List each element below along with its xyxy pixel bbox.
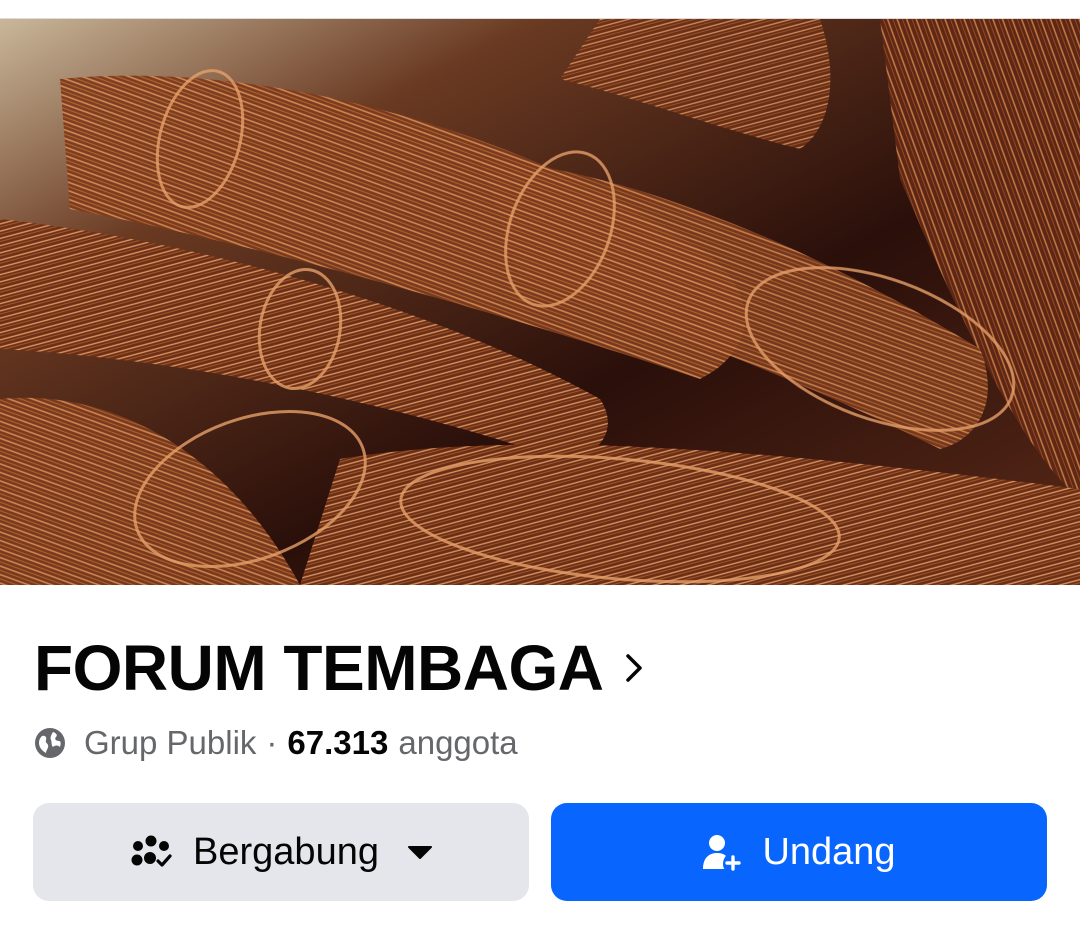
globe-icon (34, 727, 66, 759)
caret-down-icon[interactable] (407, 844, 433, 860)
join-button[interactable]: Bergabung (33, 803, 529, 901)
invite-button[interactable]: Undang (551, 803, 1047, 901)
chevron-right-icon[interactable] (625, 653, 643, 683)
join-label: Bergabung (193, 830, 379, 873)
person-add-icon (702, 833, 742, 871)
privacy-label: Grup Publik (84, 724, 257, 761)
group-title-row[interactable]: FORUM TEMBAGA (34, 628, 643, 708)
invite-label: Undang (762, 830, 896, 873)
top-divider (0, 0, 1080, 19)
group-name[interactable]: FORUM TEMBAGA (34, 631, 604, 705)
member-label: anggota (398, 724, 518, 761)
group-check-icon (129, 834, 173, 870)
meta-separator: · (266, 724, 278, 761)
group-meta: Grup Publik · 67.313 anggota (34, 720, 518, 766)
cover-photo[interactable] (0, 19, 1080, 585)
copper-wire-illustration (0, 19, 1080, 585)
member-count: 67.313 (287, 724, 389, 761)
